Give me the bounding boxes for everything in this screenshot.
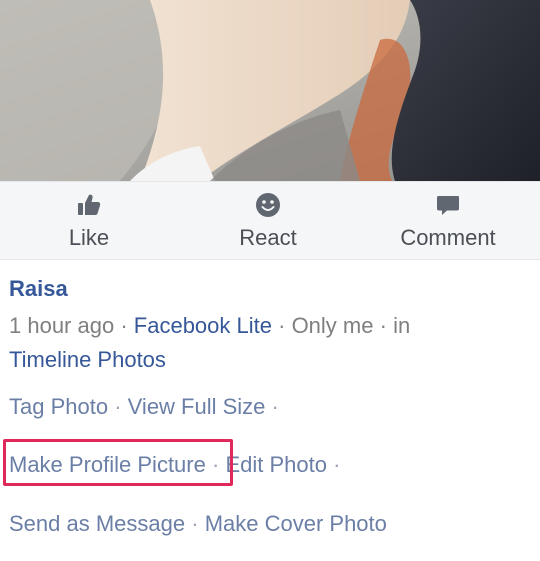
separator: · (114, 394, 122, 419)
tag-photo-link[interactable]: Tag Photo (9, 394, 108, 419)
separator: · (379, 313, 387, 338)
like-label: Like (68, 225, 110, 250)
in-text: in (393, 313, 411, 338)
comment-label: Comment (400, 225, 496, 250)
app-link[interactable]: Facebook Lite (134, 313, 272, 338)
react-button[interactable]: React (188, 182, 348, 259)
thumbs-up-icon (76, 192, 102, 218)
album-line: Timeline Photos (9, 346, 166, 374)
post-photo[interactable] (0, 0, 540, 181)
privacy-text[interactable]: Only me (292, 313, 374, 338)
edit-photo-link[interactable]: Edit Photo (225, 452, 327, 477)
separator: · (278, 313, 286, 338)
author-name[interactable]: Raisa (9, 276, 68, 302)
photo-options-row-3: Send as Message · Make Cover Photo (9, 510, 387, 538)
photo-image (0, 0, 540, 181)
action-bar: Like React Comment (0, 181, 540, 260)
make-cover-photo-link[interactable]: Make Cover Photo (205, 511, 387, 536)
post-info-line: 1 hour ago · Facebook Lite · Only me · i… (9, 312, 410, 340)
photo-options-row-2: Make Profile Picture · Edit Photo · (9, 451, 340, 479)
comment-button[interactable]: Comment (368, 182, 528, 259)
like-button[interactable]: Like (9, 182, 169, 259)
separator: · (120, 313, 128, 338)
smiley-icon (255, 192, 281, 218)
send-as-message-link[interactable]: Send as Message (9, 511, 185, 536)
make-profile-picture-link[interactable]: Make Profile Picture (9, 452, 206, 477)
speech-bubble-icon (435, 192, 461, 218)
post-time[interactable]: 1 hour ago (9, 313, 114, 338)
separator: · (333, 452, 341, 477)
photo-options-row-1: Tag Photo · View Full Size · (9, 393, 279, 421)
view-full-size-link[interactable]: View Full Size (128, 394, 266, 419)
react-label: React (239, 225, 297, 250)
separator: · (191, 511, 199, 536)
album-link[interactable]: Timeline Photos (9, 347, 166, 372)
separator: · (271, 394, 279, 419)
separator: · (211, 452, 220, 477)
